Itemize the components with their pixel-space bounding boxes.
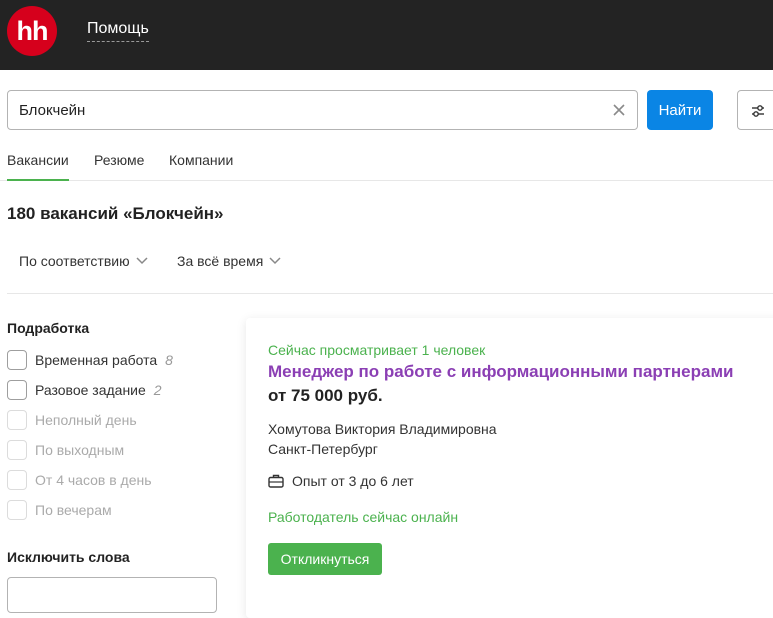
experience-label: Опыт от 3 до 6 лет <box>292 473 414 489</box>
filter-part-day: Неполный день <box>7 410 137 430</box>
results-count-title: 180 вакансий «Блокчейн» <box>7 204 224 223</box>
checkbox[interactable] <box>7 380 27 400</box>
employer-online-label: Работодатель сейчас онлайн <box>268 509 459 525</box>
experience-info: Опыт от 3 до 6 лет <box>268 473 414 489</box>
checkbox <box>7 440 27 460</box>
search-tabs: Вакансии Резюме Компании <box>0 140 773 181</box>
vacancy-salary: от 75 000 руб. <box>268 386 383 405</box>
chevron-down-icon <box>269 257 281 265</box>
search-input[interactable] <box>19 100 599 120</box>
employer-link[interactable]: Хомутова Виктория Владимировна <box>268 421 497 437</box>
filter-count: 2 <box>153 382 162 398</box>
vacancy-card: Сейчас просматривает 1 человек Менеджер … <box>246 318 773 618</box>
filter-temporary-work[interactable]: Временная работа 8 <box>7 350 173 370</box>
part-time-filter-title: Подработка <box>7 320 90 336</box>
exclude-words-input[interactable] <box>7 577 217 613</box>
exclude-words-title: Исключить слова <box>7 549 130 565</box>
filter-one-time-task[interactable]: Разовое задание 2 <box>7 380 162 400</box>
chevron-down-icon <box>136 257 148 265</box>
period-dropdown[interactable]: За всё время <box>177 253 281 269</box>
briefcase-icon <box>268 474 284 488</box>
checkbox <box>7 410 27 430</box>
filter-label: По вечерам <box>35 502 112 518</box>
clear-icon[interactable] <box>611 102 627 118</box>
advanced-search-button[interactable] <box>737 90 773 130</box>
tab-companies[interactable]: Компании <box>169 152 233 168</box>
checkbox <box>7 470 27 490</box>
filter-label: Неполный день <box>35 412 137 428</box>
filter-count: 8 <box>165 352 173 368</box>
divider <box>7 293 773 294</box>
help-link[interactable]: Помощь <box>87 20 149 42</box>
checkbox[interactable] <box>7 350 27 370</box>
sort-dropdown[interactable]: По соответствию <box>19 253 148 269</box>
filter-weekends: По выходным <box>7 440 124 460</box>
period-label: За всё время <box>177 253 264 269</box>
filter-label: От 4 часов в день <box>35 472 152 488</box>
top-header: hh Помощь <box>0 0 773 70</box>
sliders-icon <box>752 105 764 117</box>
sort-label: По соответствию <box>19 253 130 269</box>
tab-resumes[interactable]: Резюме <box>94 152 144 168</box>
filter-label: Разовое задание <box>35 382 146 398</box>
vacancy-city: Санкт-Петербург <box>268 441 378 457</box>
search-box <box>7 90 638 130</box>
filter-label: По выходным <box>35 442 125 458</box>
filter-label: Временная работа <box>35 352 158 368</box>
viewing-now-label: Сейчас просматривает 1 человек <box>268 342 486 358</box>
filter-evenings: По вечерам <box>7 500 112 520</box>
filter-4-hours: От 4 часов в день <box>7 470 152 490</box>
tab-vacancies[interactable]: Вакансии <box>7 152 69 181</box>
vacancy-title-link[interactable]: Менеджер по работе с информационными пар… <box>268 362 733 382</box>
apply-button[interactable]: Откликнуться <box>268 543 382 575</box>
hh-logo[interactable]: hh <box>7 6 57 56</box>
find-button[interactable]: Найти <box>647 90 713 130</box>
checkbox <box>7 500 27 520</box>
